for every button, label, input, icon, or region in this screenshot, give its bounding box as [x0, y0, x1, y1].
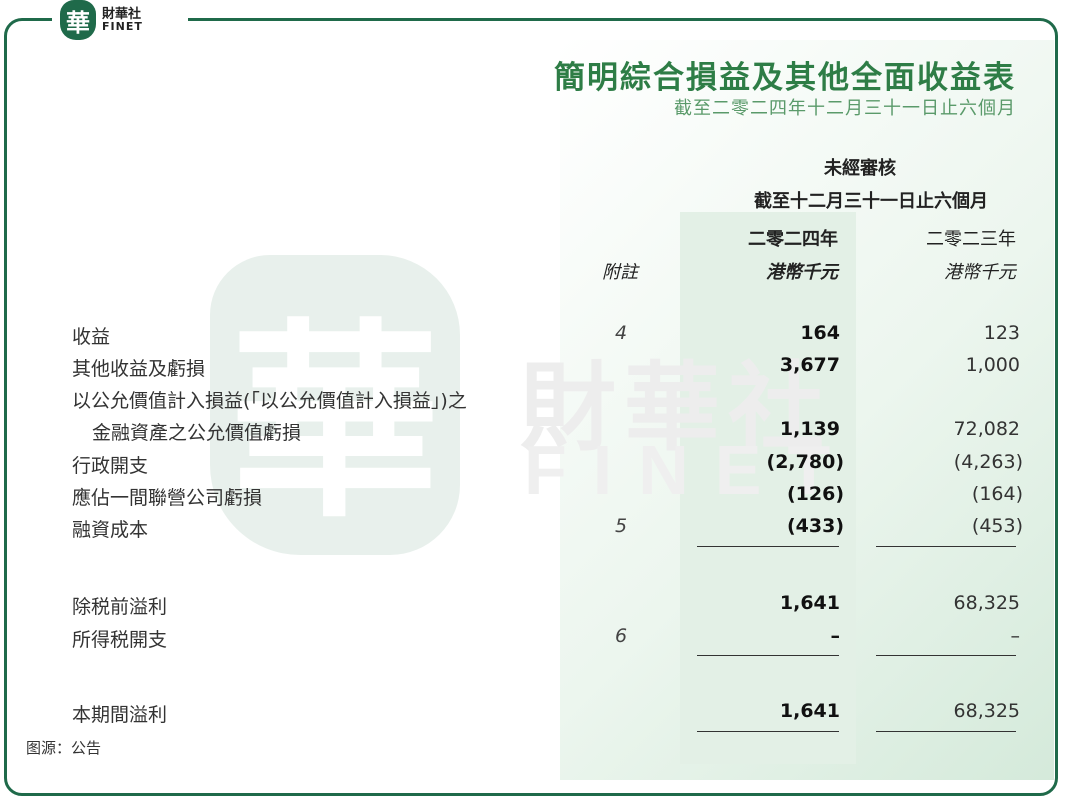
brand-text: 財華社 FINET	[102, 8, 143, 32]
header-period: 截至十二月三十一日止六個月	[754, 191, 988, 212]
source-caption: 图源：公告	[26, 739, 102, 757]
row-2023-finance-costs: (453)	[971, 515, 1023, 537]
row-2024-fvtpl: 1,139	[779, 418, 840, 440]
header-year-2024: 二零二四年	[748, 229, 838, 250]
row-2024-finance-costs: (433)	[786, 515, 844, 537]
page-title: 簡明綜合損益及其他全面收益表	[554, 60, 1016, 96]
row-label-fvtpl-line2: 金融資產之公允價值虧損	[92, 422, 302, 444]
row-2023-revenue: 123	[983, 322, 1020, 344]
row-label-profit-for-period: 本期間溢利	[72, 704, 168, 726]
total-rule-2024	[697, 731, 839, 732]
tax-rule-2024	[697, 655, 839, 656]
brand-seal-icon: 華	[60, 0, 96, 40]
row-label-associate-loss: 應佔一間聯營公司虧損	[72, 487, 263, 509]
row-2024-income-tax: –	[830, 625, 841, 647]
row-label-fvtpl-line1: 以公允價值計入損益(「以公允價值計入損益」)之	[72, 390, 467, 412]
row-2024-admin-expenses: (2,780)	[766, 451, 844, 473]
header-unit-2024: 港幣千元	[766, 262, 838, 283]
row-2024-other-income: 3,677	[779, 354, 840, 376]
row-2024-revenue: 164	[800, 322, 840, 344]
header-unit-2023: 港幣千元	[944, 262, 1016, 283]
header-audit: 未經審核	[824, 158, 896, 179]
row-label-other-income: 其他收益及虧損	[72, 358, 206, 380]
brand-seal-char: 華	[66, 8, 90, 37]
row-2024-associate-loss: (126)	[786, 483, 844, 505]
tax-rule-2023	[876, 655, 1016, 656]
row-2024-profit-for-period: 1,641	[779, 700, 840, 722]
row-2024-profit-before-tax: 1,641	[779, 592, 840, 614]
row-2023-profit-before-tax: 68,325	[953, 592, 1020, 614]
row-label-revenue: 收益	[72, 326, 111, 348]
row-2023-income-tax: –	[1010, 625, 1021, 647]
row-note-income-tax: 6	[614, 625, 628, 647]
row-2023-profit-for-period: 68,325	[953, 700, 1020, 722]
row-label-finance-costs: 融資成本	[72, 519, 149, 541]
subtotal-rule-2024	[697, 546, 839, 547]
row-label-profit-before-tax: 除税前溢利	[72, 596, 168, 618]
row-note-revenue: 4	[614, 322, 628, 344]
total-rule-2023	[876, 731, 1016, 732]
row-2023-fvtpl: 72,082	[953, 418, 1020, 440]
row-2023-associate-loss: (164)	[971, 483, 1023, 505]
brand-logo: 華 財華社 FINET	[52, 0, 188, 40]
brand-name-en: FINET	[102, 20, 143, 33]
header-year-2023: 二零二三年	[926, 229, 1016, 250]
row-2023-other-income: 1,000	[965, 354, 1020, 376]
row-label-income-tax: 所得税開支	[72, 629, 168, 651]
subtotal-rule-2023	[876, 546, 1016, 547]
row-note-finance-costs: 5	[614, 515, 628, 537]
header-note-label: 附註	[602, 262, 638, 283]
page-subtitle: 截至二零二四年十二月三十一日止六個月	[674, 98, 1016, 119]
row-label-admin-expenses: 行政開支	[72, 455, 149, 477]
row-2023-admin-expenses: (4,263)	[953, 451, 1023, 473]
